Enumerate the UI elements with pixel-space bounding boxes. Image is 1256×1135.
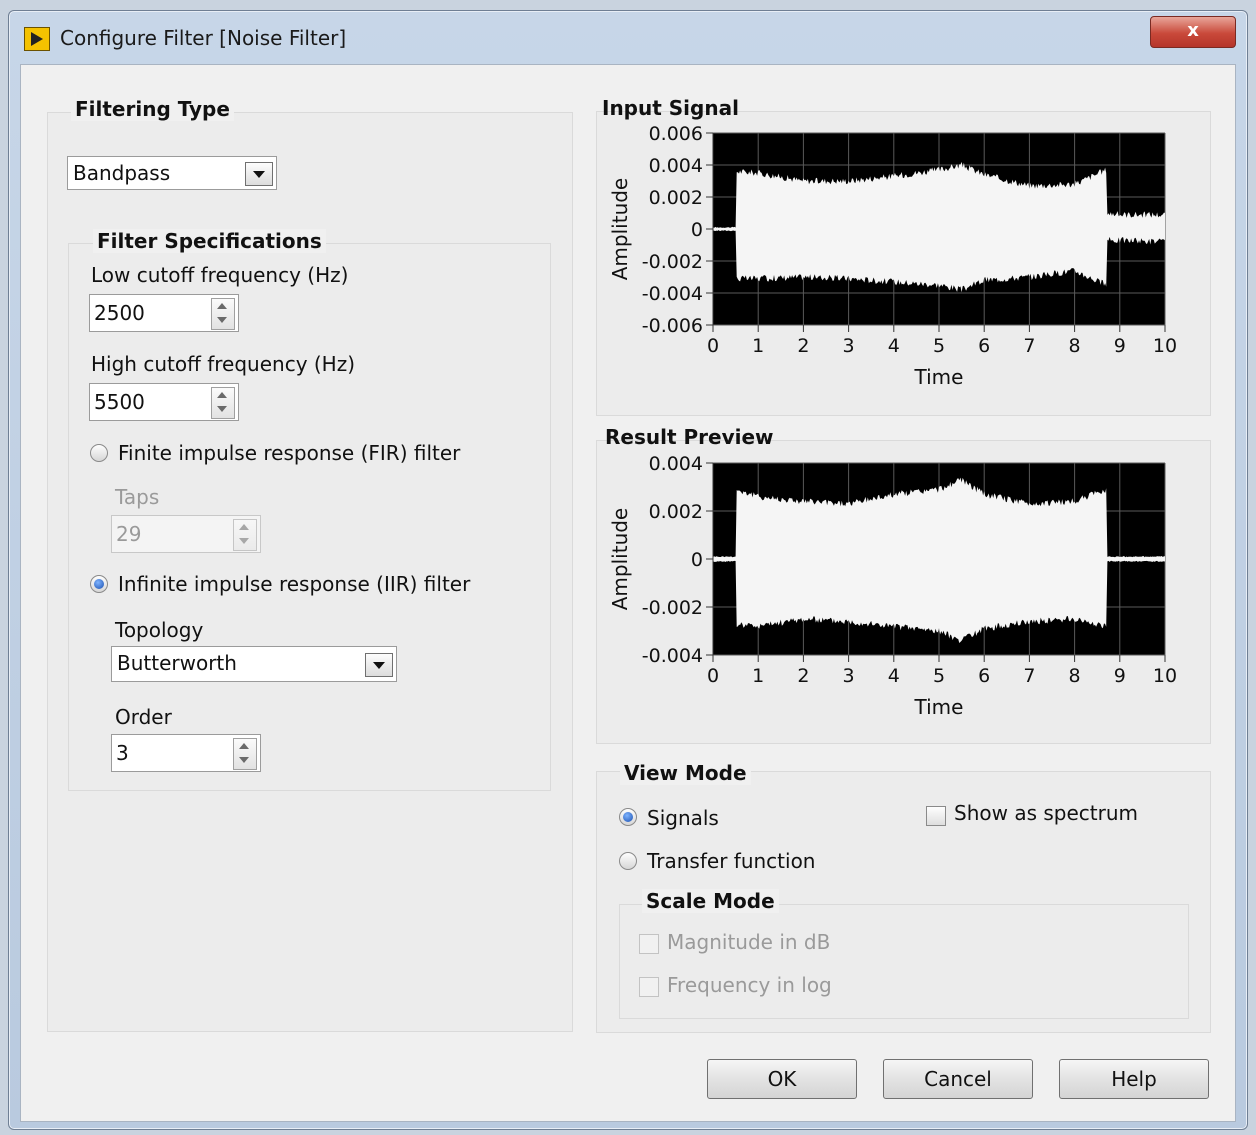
result-preview-x-tick-label: 7 <box>1023 665 1035 687</box>
result-preview-x-tick-label: 8 <box>1069 665 1081 687</box>
result-preview-x-tick-label: 1 <box>752 665 764 687</box>
result-preview-y-tick-label: 0.002 <box>649 501 703 523</box>
cancel-button[interactable]: Cancel <box>883 1059 1033 1099</box>
input-signal-x-tick-label: 6 <box>978 335 990 357</box>
input-signal-y-tick-label: -0.004 <box>642 283 703 305</box>
input-signal-x-tick-label: 1 <box>752 335 764 357</box>
scale-mode-group <box>619 904 1189 1019</box>
frequency-log-label[interactable]: Frequency in log <box>667 973 832 997</box>
scale-mode-title: Scale Mode <box>642 889 779 913</box>
input-signal-x-tick-label: 0 <box>707 335 719 357</box>
input-signal-y-tick-label: 0.006 <box>649 123 703 145</box>
input-signal-x-tick-label: 9 <box>1114 335 1126 357</box>
result-preview-y-axis-label: Amplitude <box>608 508 632 611</box>
result-preview-x-tick-label: 6 <box>978 665 990 687</box>
input-signal-y-tick-label: -0.002 <box>642 251 703 273</box>
ok-button[interactable]: OK <box>707 1059 857 1099</box>
result-preview-title: Result Preview <box>605 425 774 449</box>
input-signal-x-tick-label: 2 <box>797 335 809 357</box>
show-as-spectrum-checkbox[interactable] <box>926 806 946 826</box>
input-signal-signal-trace <box>713 161 1165 293</box>
result-preview-y-tick-label: -0.004 <box>642 645 703 667</box>
input-signal-title: Input Signal <box>602 96 739 120</box>
input-signal-y-tick-label: -0.006 <box>642 315 703 337</box>
result-preview-x-tick-label: 4 <box>888 665 900 687</box>
result-preview-x-tick-label: 10 <box>1153 665 1177 687</box>
frequency-log-checkbox[interactable] <box>639 977 659 997</box>
view-mode-title: View Mode <box>620 761 751 785</box>
input-signal-y-axis-label: Amplitude <box>608 178 632 281</box>
show-as-spectrum-label[interactable]: Show as spectrum <box>954 801 1138 825</box>
result-preview-y-tick-label: 0.004 <box>649 453 703 475</box>
input-signal-y-tick-label: 0.004 <box>649 155 703 177</box>
input-signal-x-tick-label: 4 <box>888 335 900 357</box>
result-preview-y-tick-label: 0 <box>691 549 703 571</box>
input-signal-x-tick-label: 8 <box>1069 335 1081 357</box>
signals-label[interactable]: Signals <box>647 806 719 830</box>
input-signal-x-tick-label: 5 <box>933 335 945 357</box>
transfer-function-radio[interactable] <box>619 852 637 870</box>
signals-radio[interactable] <box>619 808 637 826</box>
result-preview-signal-trace <box>713 477 1165 643</box>
result-preview-x-axis-label: Time <box>914 695 964 719</box>
input-signal-x-tick-label: 10 <box>1153 335 1177 357</box>
result-preview-x-tick-label: 2 <box>797 665 809 687</box>
help-button[interactable]: Help <box>1059 1059 1209 1099</box>
result-preview-x-tick-label: 3 <box>843 665 855 687</box>
result-preview-y-tick-label: -0.002 <box>642 597 703 619</box>
input-signal-x-tick-label: 3 <box>843 335 855 357</box>
result-preview-x-tick-label: 0 <box>707 665 719 687</box>
input-signal-y-tick-label: 0.002 <box>649 187 703 209</box>
input-signal-x-tick-label: 7 <box>1023 335 1035 357</box>
result-preview-x-tick-label: 9 <box>1114 665 1126 687</box>
magnitude-db-label[interactable]: Magnitude in dB <box>667 930 830 954</box>
magnitude-db-checkbox[interactable] <box>639 934 659 954</box>
transfer-function-label[interactable]: Transfer function <box>647 849 815 873</box>
input-signal-x-axis-label: Time <box>914 365 964 389</box>
input-signal-y-tick-label: 0 <box>691 219 703 241</box>
result-preview-x-tick-label: 5 <box>933 665 945 687</box>
